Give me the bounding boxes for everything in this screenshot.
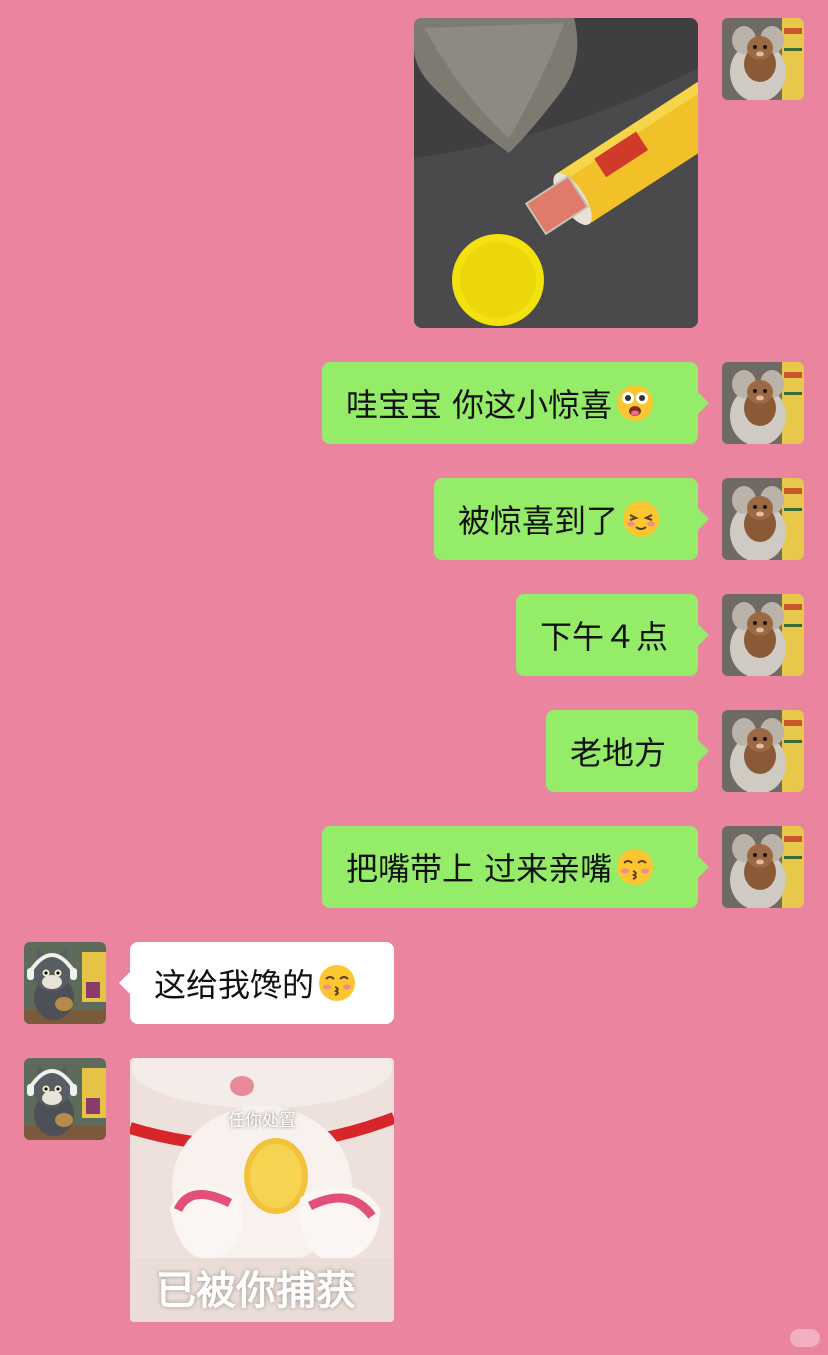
message-bubble-mine[interactable]: 老地方 [546, 710, 709, 792]
kissing-emoji [616, 848, 654, 886]
message-bubble-mine[interactable]: 哇宝宝 你这小惊喜 [322, 362, 709, 444]
message-bubble-theirs[interactable]: 这给我馋的 [119, 942, 394, 1024]
sticker-caption-top: 任你处置 [228, 1111, 296, 1131]
contact-avatar[interactable] [24, 942, 106, 1024]
my-avatar[interactable] [722, 18, 804, 100]
my-avatar[interactable] [722, 478, 804, 560]
chat-photo-chip-canister[interactable] [414, 18, 698, 328]
sticker-caption-bottom: 已被你捕获 [156, 1268, 356, 1314]
message-bubble-mine[interactable]: 把嘴带上 过来亲嘴 [322, 826, 709, 908]
my-avatar[interactable] [722, 826, 804, 908]
message-text: 被惊喜到了 [458, 502, 619, 540]
blushing-smile-emoji [622, 500, 660, 538]
message-text: 这给我馋的 [154, 966, 315, 1004]
starstruck-emoji [616, 384, 654, 422]
my-avatar[interactable] [722, 710, 804, 792]
my-avatar[interactable] [722, 362, 804, 444]
message-text: 下午４点 [540, 618, 669, 656]
contact-avatar[interactable] [24, 1058, 106, 1140]
message-text: 哇宝宝 你这小惊喜 [346, 386, 613, 424]
cat-sticker[interactable]: 任你处置 已被你捕获 [130, 1058, 394, 1322]
message-text: 老地方 [570, 734, 667, 772]
message-bubble-mine[interactable]: 下午４点 [516, 594, 709, 676]
message-text: 把嘴带上 过来亲嘴 [346, 850, 613, 888]
watermark-badge [790, 1329, 820, 1347]
kissing-emoji [318, 964, 356, 1002]
my-avatar[interactable] [722, 594, 804, 676]
message-bubble-mine[interactable]: 被惊喜到了 [434, 478, 709, 560]
